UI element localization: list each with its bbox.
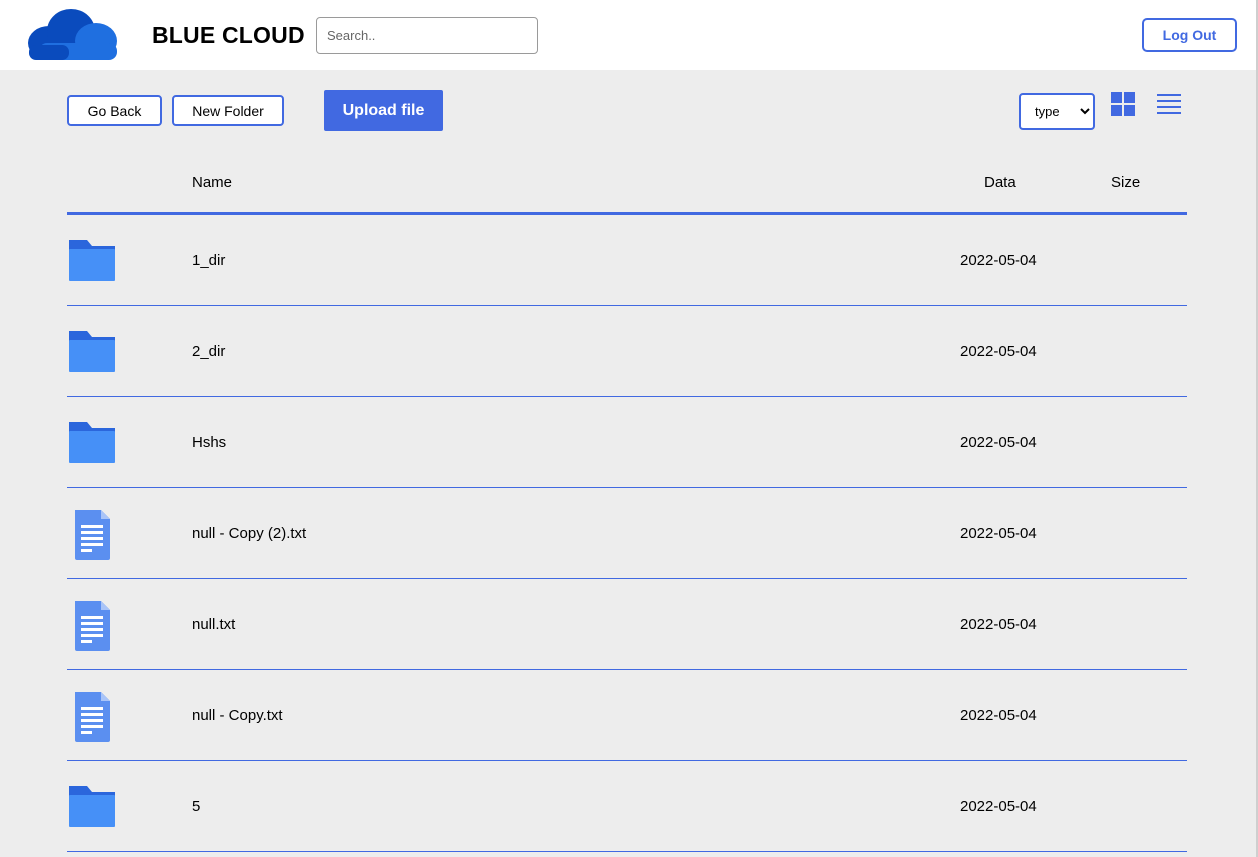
column-header-size[interactable]: Size xyxy=(1111,174,1140,191)
folder-icon[interactable] xyxy=(67,761,117,851)
row-date: 2022-05-04 xyxy=(960,707,1037,724)
row-date: 2022-05-04 xyxy=(960,434,1037,451)
document-icon[interactable] xyxy=(67,579,117,669)
document-icon[interactable] xyxy=(67,670,117,760)
logout-button[interactable]: Log Out xyxy=(1142,18,1237,52)
document-icon[interactable] xyxy=(67,488,117,578)
app-header: BLUE CLOUD Log Out xyxy=(0,0,1258,70)
row-name[interactable]: null - Copy (2).txt xyxy=(192,525,306,542)
brand-title: BLUE CLOUD xyxy=(152,22,305,48)
column-header-date[interactable]: Data xyxy=(984,174,1016,191)
new-folder-button[interactable]: New Folder xyxy=(172,95,284,126)
table-row[interactable]: 1_dir 2022-05-04 xyxy=(67,215,1187,306)
row-date: 2022-05-04 xyxy=(960,616,1037,633)
row-name[interactable]: 1_dir xyxy=(192,252,225,269)
list-view-icon[interactable] xyxy=(1157,94,1181,114)
row-name[interactable]: Hshs xyxy=(192,434,226,451)
sort-type-select[interactable]: type xyxy=(1019,93,1095,130)
search-input[interactable] xyxy=(316,17,538,54)
grid-view-icon[interactable] xyxy=(1111,92,1135,116)
row-date: 2022-05-04 xyxy=(960,525,1037,542)
row-date: 2022-05-04 xyxy=(960,252,1037,269)
folder-icon[interactable] xyxy=(67,306,117,396)
table-header: Name Data Size xyxy=(67,160,1187,215)
upload-file-button[interactable]: Upload file xyxy=(324,90,443,131)
table-row[interactable]: Hshs 2022-05-04 xyxy=(67,397,1187,488)
table-row[interactable]: 5 2022-05-04 xyxy=(67,761,1187,852)
table-row[interactable]: null - Copy.txt 2022-05-04 xyxy=(67,670,1187,761)
table-row[interactable]: null - Copy (2).txt 2022-05-04 xyxy=(67,488,1187,579)
row-date: 2022-05-04 xyxy=(960,798,1037,815)
folder-icon[interactable] xyxy=(67,215,117,305)
row-name[interactable]: null - Copy.txt xyxy=(192,707,283,724)
column-header-name[interactable]: Name xyxy=(192,174,232,191)
cloud-logo-icon[interactable] xyxy=(27,7,119,61)
file-list: 1_dir 2022-05-04 2_dir 2022-05-04 Hshs 2022-0… xyxy=(67,215,1187,852)
row-name[interactable]: 2_dir xyxy=(192,343,225,360)
row-name[interactable]: 5 xyxy=(192,798,200,815)
go-back-button[interactable]: Go Back xyxy=(67,95,162,126)
table-row[interactable]: null.txt 2022-05-04 xyxy=(67,579,1187,670)
folder-icon[interactable] xyxy=(67,397,117,487)
row-name[interactable]: null.txt xyxy=(192,616,235,633)
row-date: 2022-05-04 xyxy=(960,343,1037,360)
table-row[interactable]: 2_dir 2022-05-04 xyxy=(67,306,1187,397)
